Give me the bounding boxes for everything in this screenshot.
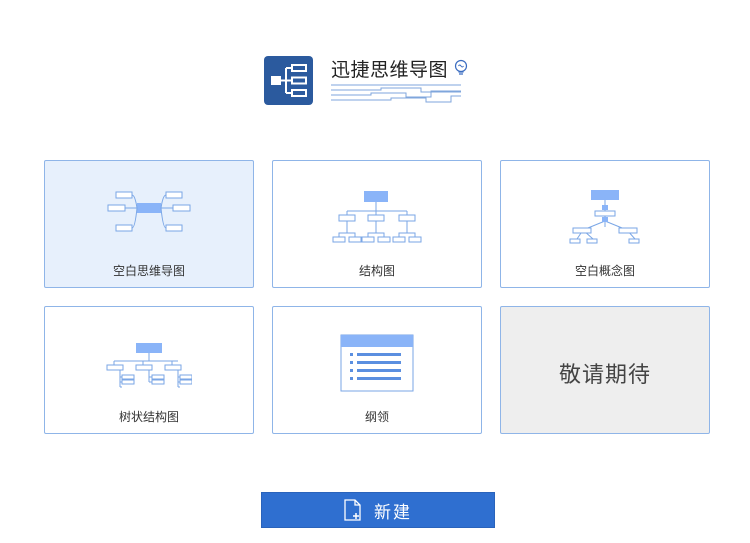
coming-soon-text: 敬请期待 [558, 363, 651, 388]
template-label: 结构图 [358, 264, 395, 278]
lightbulb-icon [453, 59, 469, 81]
new-document-icon [344, 499, 362, 521]
template-card-outline[interactable]: 纲领 [272, 306, 482, 434]
mindmap-thumbnail-icon [45, 183, 253, 233]
template-card-structure[interactable]: 结构图 [272, 160, 482, 288]
template-label: 纲领 [364, 410, 389, 424]
template-card-tree[interactable]: 树状结构图 [44, 306, 254, 434]
template-label: 树状结构图 [118, 410, 179, 424]
outline-thumbnail-icon [273, 329, 481, 393]
app-title: 迅捷思维导图 [331, 59, 449, 81]
app-logo-icon [264, 56, 313, 105]
template-label: 空白概念图 [574, 264, 635, 278]
template-card-concept-map[interactable]: 空白概念图 [500, 160, 710, 288]
template-card-blank-mindmap[interactable]: 空白思维导图 [44, 160, 254, 288]
concept-map-thumbnail-icon [501, 183, 709, 245]
new-button[interactable]: 新建 [261, 492, 495, 528]
tree-thumbnail-icon [45, 329, 253, 391]
circuit-decoration [331, 82, 466, 108]
new-button-label: 新建 [374, 502, 412, 523]
template-card-coming-soon: 敬请期待 [500, 306, 710, 434]
structure-thumbnail-icon [273, 183, 481, 245]
template-label: 空白思维导图 [112, 264, 185, 278]
